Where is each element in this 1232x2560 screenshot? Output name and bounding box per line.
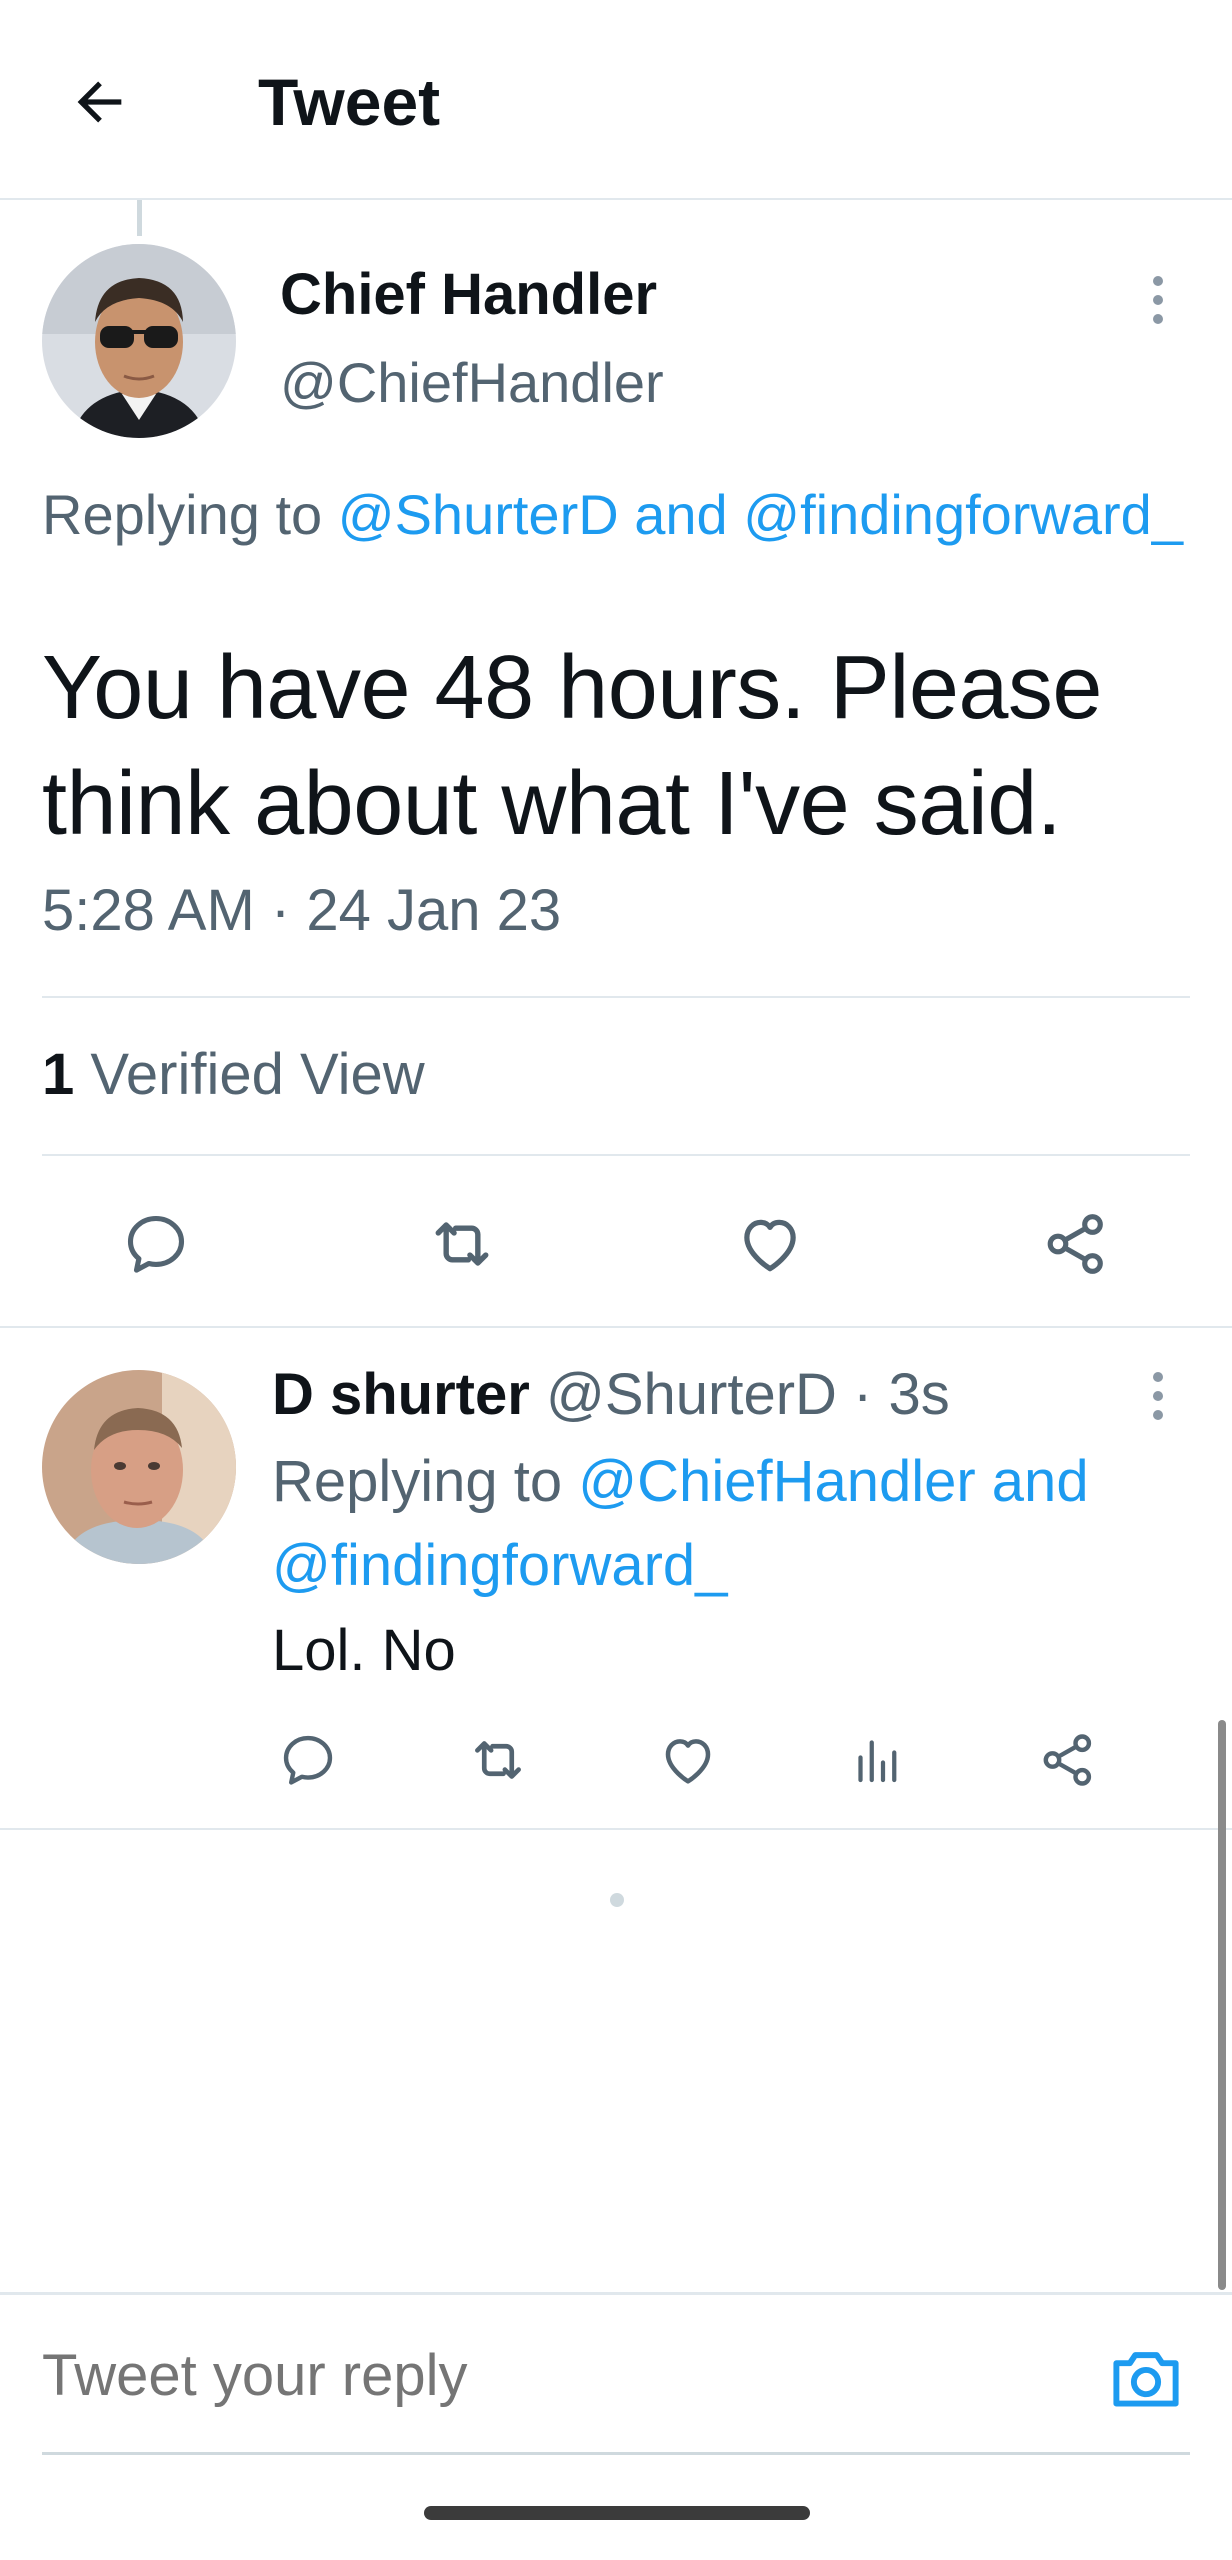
camera-button[interactable] <box>1108 2343 1184 2413</box>
home-indicator[interactable] <box>424 2506 810 2520</box>
like-icon <box>665 1739 711 1784</box>
loading-indicator <box>610 1893 624 1907</box>
retweet-button[interactable] <box>414 1204 510 1284</box>
reply-button[interactable] <box>108 1204 204 1284</box>
view-count[interactable]: 1 Verified View <box>42 1040 425 1110</box>
reply-text: Lol. No <box>272 1618 456 1683</box>
reply-analytics-button[interactable] <box>840 1722 916 1798</box>
back-button[interactable] <box>60 62 140 142</box>
views-number: 1 <box>42 1042 75 1107</box>
top-bar: Tweet <box>0 0 1232 200</box>
scrollbar[interactable] <box>1218 1720 1226 2290</box>
tweet-text: You have 48 hours. Please think about wh… <box>42 638 1103 854</box>
reply-retweet-button[interactable] <box>460 1722 536 1798</box>
retweet-icon <box>435 1222 489 1266</box>
more-vertical-icon <box>1153 1372 1163 1420</box>
reply-author-name[interactable]: D shurter <box>272 1362 530 1427</box>
reply-reply-button[interactable] <box>270 1722 346 1798</box>
reply-composer <box>0 2292 1232 2455</box>
author-name[interactable]: Chief Handler <box>280 262 657 328</box>
avatar-image <box>42 244 236 438</box>
reply-like-button[interactable] <box>650 1722 726 1798</box>
avatar-d-shurter[interactable] <box>42 1370 236 1564</box>
divider <box>42 1154 1190 1156</box>
reply-time: · 3s <box>853 1362 950 1427</box>
reply-input[interactable] <box>42 2341 1042 2411</box>
analytics-icon <box>858 1740 897 1783</box>
share-icon <box>1043 1734 1092 1786</box>
reply-icon <box>283 1735 333 1785</box>
more-options-button[interactable] <box>1136 270 1180 330</box>
reply-icon <box>127 1215 185 1273</box>
thread-connector <box>137 200 142 236</box>
reply-header: D shurter @ShurterD · 3s <box>272 1360 950 1430</box>
tweet-timestamp: 5:28 AM · 24 Jan 23 <box>42 878 562 943</box>
reply-replying-to: Replying to @ChiefHandler and @findingfo… <box>272 1440 1172 1608</box>
views-label: Verified View <box>90 1042 425 1107</box>
camera-icon <box>1113 2352 1179 2407</box>
replying-to: Replying to @ShurterD and @findingforwar… <box>42 474 1192 556</box>
divider <box>0 1326 1232 1328</box>
author-handle[interactable]: @ChiefHandler <box>280 350 664 416</box>
retweet-icon <box>475 1741 521 1779</box>
like-icon <box>744 1219 796 1272</box>
share-button[interactable] <box>1028 1204 1124 1284</box>
page-title: Tweet <box>258 65 441 139</box>
divider <box>42 996 1190 998</box>
arrow-left-icon <box>77 81 122 123</box>
replying-prefix: Replying to <box>272 1449 579 1514</box>
more-vertical-icon <box>1153 276 1163 324</box>
avatar-chief-handler[interactable] <box>42 244 236 438</box>
reply-author-handle[interactable]: @ShurterD <box>546 1362 837 1427</box>
replying-prefix: Replying to <box>42 483 338 546</box>
reply-more-options-button[interactable] <box>1136 1366 1180 1426</box>
like-button[interactable] <box>722 1204 818 1284</box>
replying-users-link[interactable]: @ShurterD and @findingforward_ <box>338 483 1183 546</box>
share-icon <box>1047 1214 1103 1274</box>
avatar-image <box>42 1370 236 1564</box>
reply-share-button[interactable] <box>1030 1722 1106 1798</box>
input-underline <box>42 2452 1190 2455</box>
divider <box>0 1828 1232 1830</box>
